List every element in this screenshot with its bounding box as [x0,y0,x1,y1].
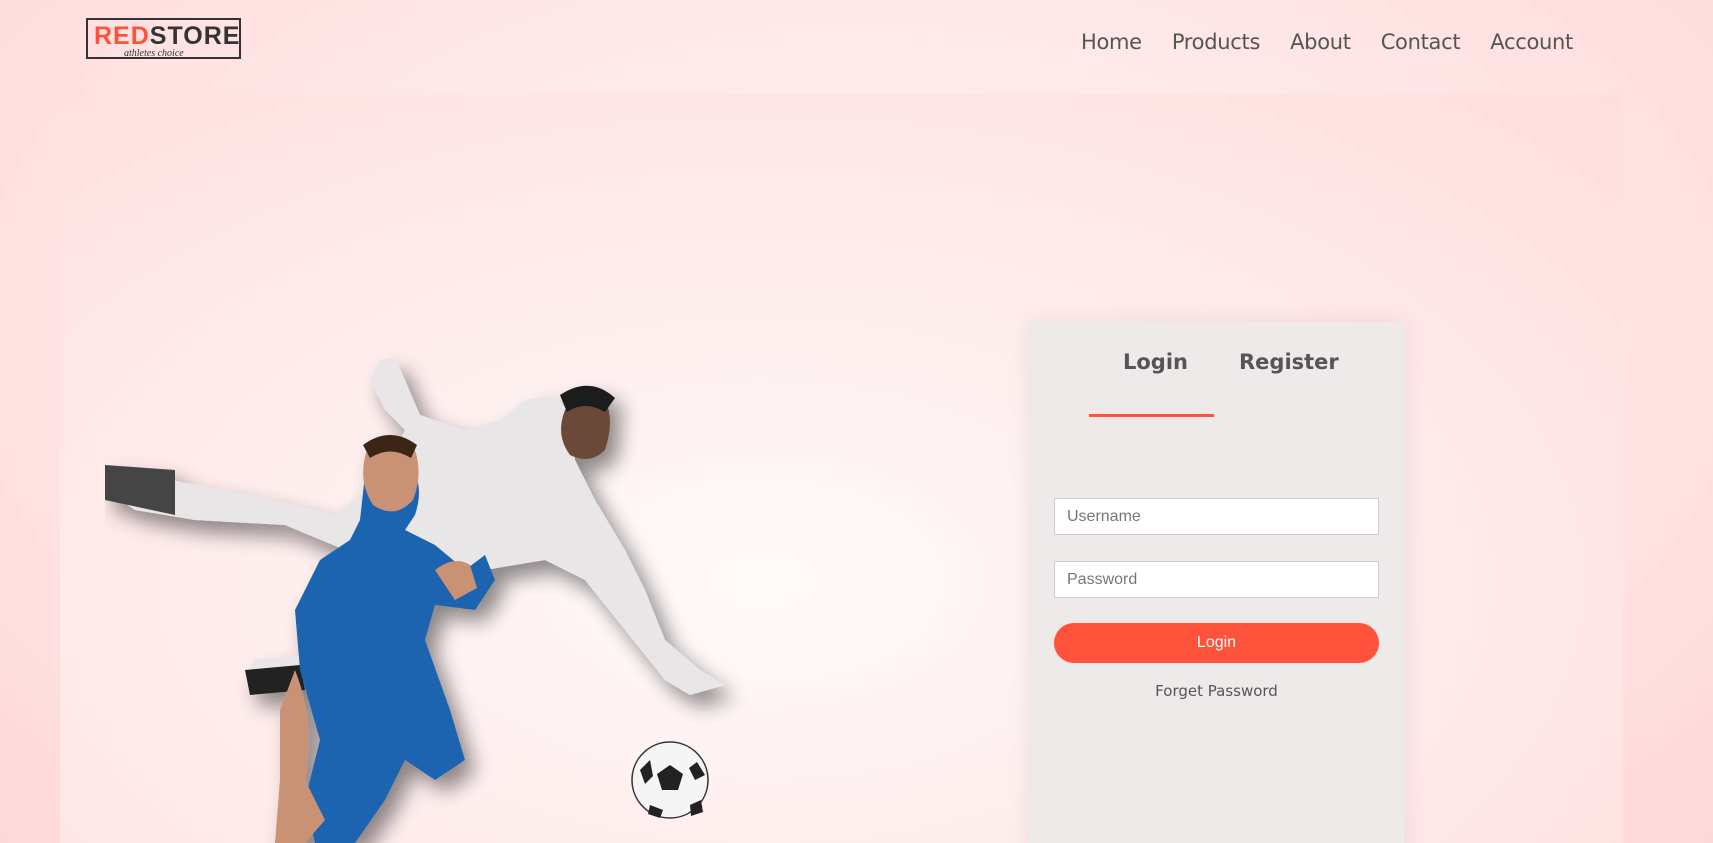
forgot-password-link[interactable]: Forget Password [1029,682,1404,700]
account-form-card: Login Register Login Forget Password [1029,322,1404,843]
login-button[interactable]: Login [1054,623,1379,663]
main-menu: Home Products About Contact Account [1051,30,1573,54]
redstore-logo[interactable]: REDSTORE athletes choice [86,18,241,59]
tab-register[interactable]: Register [1239,350,1339,374]
nav-contact[interactable]: Contact [1381,30,1461,54]
nav-home[interactable]: Home [1081,30,1142,54]
navbar: REDSTORE athletes choice Home Products A… [0,0,1713,86]
form-tabs: Login Register [1029,350,1404,417]
logo-wordmark: REDSTORE [94,22,240,51]
username-input[interactable] [1054,498,1379,535]
logo-red-text: RED [94,22,150,50]
nav-products[interactable]: Products [1172,30,1261,54]
soccer-ball-icon [631,741,709,819]
football-players-illustration [105,358,725,843]
tab-login[interactable]: Login [1123,350,1188,374]
nav-account[interactable]: Account [1490,30,1573,54]
password-input[interactable] [1054,561,1379,598]
logo-tagline: athletes choice [124,48,184,59]
logo-store-text: STORE [149,22,241,50]
active-tab-indicator [1089,414,1214,417]
nav-about[interactable]: About [1290,30,1351,54]
